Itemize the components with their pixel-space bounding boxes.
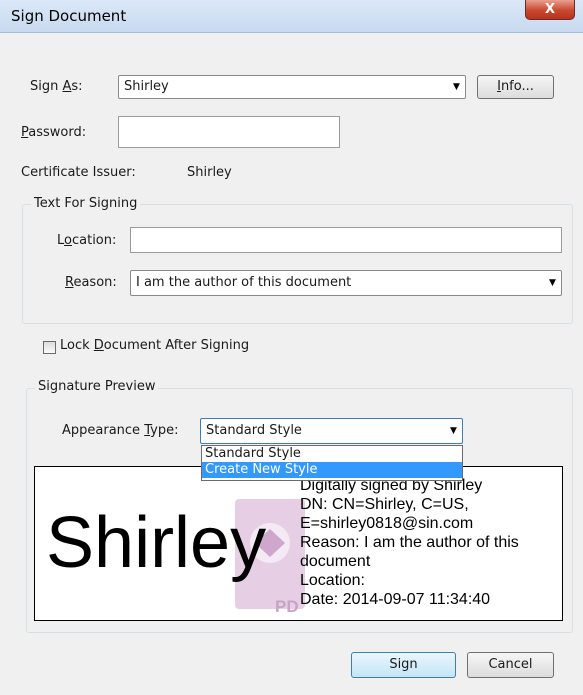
signature-detail-line: E=shirley0818@sin.com — [300, 515, 474, 532]
signature-detail-line: Location: — [300, 572, 365, 589]
appearance-type-label: Appearance Type: — [62, 423, 179, 438]
signature-preview-title: Signature Preview — [35, 379, 159, 394]
lock-document-label: Lock Document After Signing — [60, 338, 250, 353]
chevron-down-icon: ▼ — [549, 278, 556, 288]
password-field[interactable] — [118, 116, 340, 148]
reason-label: Reason: — [65, 275, 117, 290]
option-standard-style[interactable]: Standard Style — [202, 446, 462, 462]
signature-detail-line: document — [300, 553, 371, 570]
lock-document-checkbox[interactable] — [43, 341, 56, 354]
certificate-issuer-value: Shirley — [187, 165, 232, 180]
reason-value: I am the author of this document — [136, 275, 352, 290]
dialog-body: Sign As: Shirley ▼ Info... Password: Cer… — [8, 33, 575, 687]
chevron-down-icon: ▼ — [450, 426, 457, 436]
password-label: Password: — [21, 125, 87, 140]
sign-as-select[interactable]: Shirley ▼ — [118, 75, 466, 99]
signature-detail-line: Reason: I am the author of this — [300, 534, 519, 551]
close-button[interactable]: X — [525, 0, 575, 20]
text-for-signing-group — [22, 204, 573, 324]
sign-button[interactable]: Sign — [351, 652, 456, 678]
option-create-new-style[interactable]: Create New Style — [202, 462, 462, 478]
watermark-text: PD — [275, 597, 299, 616]
cancel-button[interactable]: Cancel — [467, 652, 554, 678]
signature-name: Shirley — [46, 503, 267, 583]
sign-document-dialog: Sign Document X Sign As: Shirley ▼ Info.… — [0, 0, 583, 695]
sign-as-label: Sign As: — [30, 79, 83, 94]
location-label: Location: — [57, 233, 117, 248]
signature-preview-box: PD Shirley Digitally signed by Shirley D… — [34, 466, 563, 621]
location-field[interactable] — [130, 227, 562, 253]
appearance-type-dropdown: Standard Style Create New Style — [201, 445, 463, 481]
info-button[interactable]: Info... — [477, 75, 554, 99]
appearance-type-select[interactable]: Standard Style ▼ — [200, 418, 463, 444]
title-bar: Sign Document X — [0, 0, 583, 33]
chevron-down-icon: ▼ — [453, 82, 460, 92]
signature-detail-line: DN: CN=Shirley, C=US, — [300, 496, 469, 513]
sign-as-value: Shirley — [124, 79, 169, 94]
close-icon: X — [544, 2, 556, 17]
reason-select[interactable]: I am the author of this document ▼ — [130, 270, 562, 296]
dialog-title: Sign Document — [11, 7, 127, 25]
text-for-signing-title: Text For Signing — [31, 196, 141, 211]
signature-detail-line: Date: 2014-09-07 11:34:40 — [300, 591, 491, 608]
certificate-issuer-label: Certificate Issuer: — [21, 165, 136, 180]
appearance-type-value: Standard Style — [206, 423, 302, 438]
